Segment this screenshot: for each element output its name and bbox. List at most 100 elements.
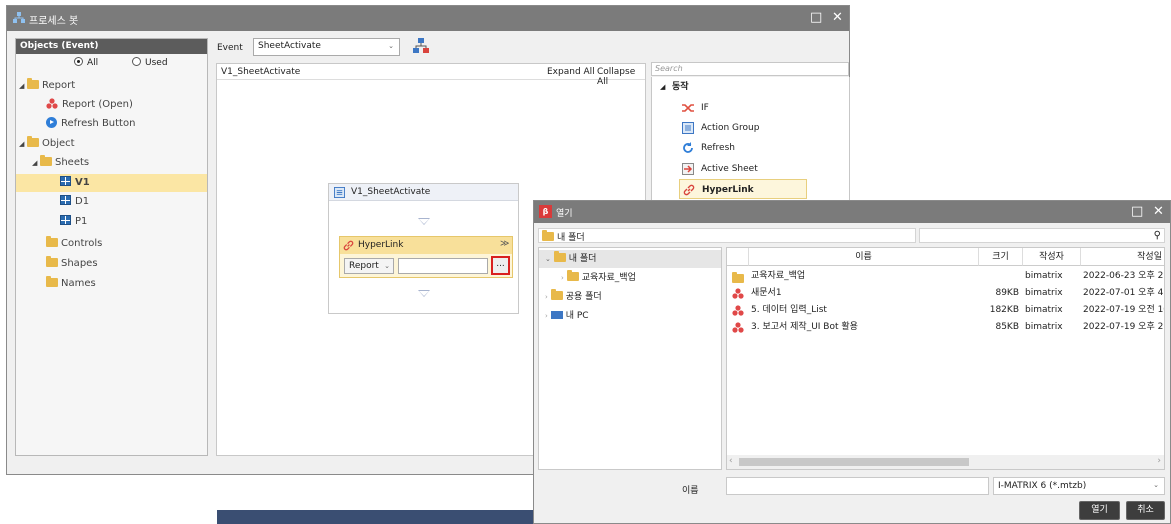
dialog-tree-my-pc[interactable]: › 내 PC — [539, 307, 721, 325]
expand-triangle-icon[interactable]: ◢ — [19, 135, 27, 153]
sheet-grid-icon — [60, 195, 71, 205]
hyperlink-action-block[interactable]: HyperLink ≫ Report ⌄ ... — [339, 236, 513, 278]
tree-item-label: Report (Open) — [62, 99, 133, 110]
radio-all[interactable]: All — [74, 57, 98, 68]
sheet-grid-icon — [60, 215, 71, 225]
palette-item-if[interactable]: IF — [652, 98, 849, 118]
file-date: 2022-07-19 오전 10 — [1083, 305, 1165, 315]
flow-diagram-icon[interactable] — [413, 38, 429, 54]
hyperlink-path-input[interactable] — [398, 258, 488, 274]
tree-item-controls[interactable]: Controls — [16, 235, 207, 253]
expand-triangle-icon[interactable]: ◢ — [32, 154, 40, 172]
dialog-close-button[interactable]: ✕ — [1153, 204, 1164, 220]
file-size — [979, 268, 1019, 284]
hyperlink-target-select[interactable]: Report ⌄ — [344, 258, 394, 274]
scrollbar-thumb[interactable] — [739, 458, 969, 466]
palette-item-active-sheet[interactable]: Active Sheet — [652, 159, 849, 179]
report-file-icon — [732, 322, 744, 333]
scroll-right-icon[interactable]: › — [1157, 456, 1161, 466]
browse-button[interactable]: ... — [491, 256, 510, 275]
palette-item-action-group[interactable]: Action Group — [652, 118, 849, 138]
event-select-value: SheetActivate — [258, 41, 321, 51]
radio-used-label: Used — [145, 58, 168, 68]
file-type-value: I-MATRIX 6 (*.mtzb) — [998, 481, 1087, 491]
app-logo-icon: β — [539, 205, 552, 218]
dialog-tree-shared-folder[interactable]: › 공용 폴더 — [539, 288, 721, 306]
file-row[interactable]: 교육자료_백업 bimatrix 2022-06-23 오후 2:1 — [727, 268, 1165, 284]
tree-item-report-open[interactable]: Report (Open) — [16, 96, 207, 114]
tree-item-names[interactable]: Names — [16, 275, 207, 293]
column-header-date[interactable]: 작성일 — [1081, 248, 1164, 266]
tree-item-sheets[interactable]: ◢ Sheets — [16, 154, 207, 172]
event-node-header: V1_SheetActivate — [329, 184, 518, 201]
palette-search-input[interactable]: Search — [651, 62, 849, 76]
file-name: 교육자료_백업 — [751, 271, 806, 281]
folder-icon — [732, 272, 744, 283]
process-bot-icon — [13, 12, 25, 23]
file-name-label: 이름 — [682, 486, 699, 496]
arrow-down-icon — [418, 218, 430, 225]
folder-icon — [46, 256, 58, 267]
dialog-search-input[interactable]: ⚲ — [919, 228, 1165, 243]
radio-all-label: All — [87, 58, 99, 68]
file-size: 89KB — [995, 288, 1019, 298]
tree-item-sheet-p1[interactable]: P1 — [16, 213, 207, 231]
column-header-size[interactable]: 크기 — [979, 248, 1023, 266]
file-date: 2022-06-23 오후 2:1 — [1083, 271, 1165, 281]
collapse-all-link[interactable]: Collapse All — [597, 67, 645, 87]
collapse-icon[interactable]: ≫ — [500, 239, 509, 249]
palette-item-refresh[interactable]: Refresh — [652, 138, 849, 158]
palette-item-label: Action Group — [701, 123, 760, 133]
file-row[interactable]: 5. 데이터 입력_List 182KB bimatrix 2022-07-19… — [727, 302, 1165, 318]
scroll-left-icon[interactable]: ‹ — [729, 456, 733, 466]
tree-item-label: Refresh Button — [61, 118, 136, 129]
action-group-icon — [682, 122, 694, 134]
expand-triangle-icon[interactable]: ◢ — [19, 77, 27, 95]
search-icon[interactable]: ⚲ — [1154, 230, 1161, 241]
file-name-input[interactable] — [726, 477, 989, 495]
dialog-maximize-button[interactable]: □ — [1131, 204, 1143, 220]
window-title-bar[interactable]: 프로세스 봇 □ ✕ — [7, 6, 849, 31]
radio-used[interactable]: Used — [132, 57, 168, 68]
hyperlink-target-value: Report — [349, 261, 379, 271]
tree-item-report[interactable]: ◢ Report — [16, 77, 207, 95]
file-type-select[interactable]: I-MATRIX 6 (*.mtzb) ⌄ — [993, 477, 1165, 495]
horizontal-scrollbar[interactable]: ‹ › — [727, 455, 1164, 469]
palette-item-hyperlink[interactable]: HyperLink — [679, 179, 807, 199]
column-header-name[interactable]: 이름 — [749, 248, 979, 266]
dialog-title-bar[interactable]: β 열기 □ ✕ — [534, 201, 1170, 223]
palette-item-label: Active Sheet — [701, 164, 758, 174]
cancel-button[interactable]: 취소 — [1126, 501, 1165, 520]
dialog-file-list: 이름 크기 작성자 작성일 교육자료_백업 bimatrix 2022-06-2… — [726, 247, 1165, 470]
tree-item-object[interactable]: ◢ Object — [16, 135, 207, 153]
event-node[interactable]: V1_SheetActivate HyperLink ≫ Report ⌄ ..… — [328, 183, 519, 314]
hyperlink-action-header: HyperLink ≫ — [340, 237, 512, 254]
dialog-tree-label: 공용 폴더 — [565, 292, 602, 302]
dialog-path-bar[interactable]: 내 폴더 — [538, 228, 916, 243]
dialog-tree-backup-folder[interactable]: › 교육자료_백업 — [539, 269, 721, 287]
folder-icon — [542, 230, 554, 241]
file-row[interactable]: 3. 보고서 제작_UI Bot 활용 85KB bimatrix 2022-0… — [727, 319, 1164, 335]
report-file-icon — [732, 305, 744, 316]
column-header-author[interactable]: 작성자 — [1023, 248, 1081, 266]
file-name: 3. 보고서 제작_UI Bot 활용 — [751, 322, 858, 332]
tree-item-refresh-button[interactable]: Refresh Button — [16, 115, 207, 133]
open-button[interactable]: 열기 — [1079, 501, 1120, 520]
canvas-event-name: V1_SheetActivate — [221, 67, 301, 77]
maximize-button[interactable]: □ — [810, 10, 822, 26]
tree-item-label: V1 — [75, 177, 90, 188]
event-select[interactable]: SheetActivate ⌄ — [253, 38, 400, 56]
file-row[interactable]: 새문서1 89KB bimatrix 2022-07-01 오후 4:3 — [727, 285, 1164, 301]
dialog-tree-label: 교육자료_백업 — [581, 273, 636, 283]
expand-all-link[interactable]: Expand All — [547, 67, 595, 77]
tree-item-sheet-d1[interactable]: D1 — [16, 193, 207, 211]
close-button[interactable]: ✕ — [832, 10, 843, 26]
objects-panel-header: Objects (Event) — [16, 39, 207, 54]
chevron-down-icon: ⌄ — [545, 255, 551, 263]
dialog-tree-my-folder[interactable]: ⌄ 내 폴더 — [539, 250, 721, 268]
canvas-header: V1_SheetActivate Expand All Collapse All — [217, 64, 645, 87]
tree-item-sheet-v1[interactable]: V1 — [16, 174, 207, 192]
tree-item-label: P1 — [75, 216, 88, 227]
tree-item-shapes[interactable]: Shapes — [16, 255, 207, 273]
palette-group-action[interactable]: ◢ 동작 — [652, 77, 849, 97]
